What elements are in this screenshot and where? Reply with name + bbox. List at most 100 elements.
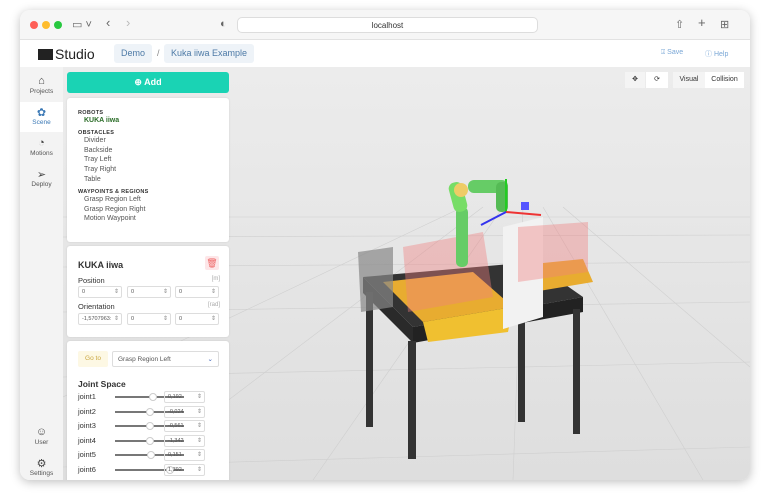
breadcrumb-demo[interactable]: Demo bbox=[114, 44, 153, 63]
browser-titlebar: ▭ ˅ ‹ › ◐ localhost ⇧ + ⊞ bbox=[20, 10, 750, 40]
scene-tree-panel: ROBOTS KUKA iiwa OBSTACLES Divider Backs… bbox=[67, 98, 229, 242]
breadcrumb-project[interactable]: Kuka iiwa Example bbox=[164, 44, 255, 63]
joint-label: joint6 bbox=[78, 464, 96, 474]
home-icon: ⌂ bbox=[38, 75, 45, 87]
help-button[interactable]: ⓘ Help bbox=[705, 49, 728, 59]
nav-label: Projects bbox=[29, 88, 54, 95]
logo[interactable]: Studio bbox=[38, 46, 95, 62]
tree-item[interactable]: Grasp Region Left bbox=[84, 195, 229, 205]
save-label: Save bbox=[667, 49, 684, 56]
nav-label: User bbox=[34, 439, 49, 446]
add-button[interactable]: ⊕ Add bbox=[67, 72, 229, 93]
deploy-icon: ➢ bbox=[36, 169, 47, 181]
go-to-button[interactable]: Go to bbox=[78, 351, 108, 367]
orientation-y-input[interactable]: 0 bbox=[127, 313, 171, 325]
orientation-label: Orientation bbox=[78, 302, 115, 311]
goto-value: Grasp Region Left bbox=[118, 356, 171, 363]
orientation-z-input[interactable]: 0 bbox=[175, 313, 219, 325]
trash-icon: 🗑 bbox=[206, 258, 218, 268]
nav-label: Motions bbox=[30, 150, 53, 157]
joint-row: joint1 0,192 bbox=[78, 391, 218, 403]
joint-row: joint2 -0,024 bbox=[78, 405, 218, 418]
back-icon[interactable]: ‹ bbox=[106, 15, 110, 30]
address-bar[interactable]: localhost bbox=[237, 17, 538, 33]
position-z-input[interactable]: 0 bbox=[175, 286, 219, 298]
nav-scene[interactable]: ✿ Scene bbox=[20, 102, 63, 132]
robot-properties-panel: KUKA iiwa 🗑 Position [m] 0 0 0 Orientati… bbox=[67, 246, 229, 337]
tree-item[interactable]: Divider bbox=[84, 136, 229, 146]
goto-select[interactable]: Grasp Region Left ⌄ bbox=[112, 351, 219, 367]
translate-tool-button[interactable]: ✥ bbox=[625, 72, 645, 88]
help-icon: ⓘ bbox=[705, 51, 714, 58]
shield-icon: ◐ bbox=[220, 18, 227, 30]
position-unit: [m] bbox=[211, 276, 220, 282]
joint-row: joint4 -1,342 bbox=[78, 434, 218, 447]
nav-motions[interactable]: ◔ Motions bbox=[20, 133, 63, 163]
move-icon: ✥ bbox=[632, 76, 638, 83]
breadcrumb-separator: / bbox=[157, 48, 160, 58]
joint-value-input[interactable]: -0,024 bbox=[164, 405, 205, 418]
slider-knob[interactable] bbox=[145, 407, 154, 416]
rotate-tool-button[interactable]: ⟳ bbox=[646, 72, 668, 88]
delete-robot-button[interactable]: 🗑 bbox=[205, 256, 219, 270]
help-label: Help bbox=[713, 51, 729, 58]
visual-toggle[interactable]: Visual bbox=[673, 72, 705, 88]
nav-label: Scene bbox=[32, 119, 51, 126]
slider-knob[interactable] bbox=[145, 436, 154, 445]
plus-circle-icon: ⊕ bbox=[134, 77, 145, 87]
logo-icon bbox=[38, 49, 53, 60]
tree-item[interactable]: Grasp Region Right bbox=[84, 205, 229, 215]
position-y-input[interactable]: 0 bbox=[127, 286, 171, 298]
new-tab-icon[interactable]: + bbox=[698, 15, 706, 30]
tree-item-kuka-iiwa[interactable]: KUKA iiwa bbox=[84, 116, 229, 126]
position-x-input[interactable]: 0 bbox=[78, 286, 122, 298]
joint-value-input[interactable]: 1,392 bbox=[164, 463, 205, 476]
joint-space-heading: Joint Space bbox=[78, 379, 126, 389]
minimize-window-button[interactable] bbox=[42, 21, 50, 29]
joint-row: joint3 -0,561 bbox=[78, 420, 218, 432]
settings-icon: ⚙ bbox=[36, 458, 47, 470]
forward-icon[interactable]: › bbox=[126, 15, 130, 30]
tree-item[interactable]: Backside bbox=[84, 146, 229, 156]
maximize-window-button[interactable] bbox=[54, 21, 62, 29]
user-icon: ☺ bbox=[35, 426, 48, 438]
joint-value-input[interactable]: -1,342 bbox=[164, 434, 205, 447]
nav-user[interactable]: ☺ User bbox=[20, 422, 63, 452]
nav-projects[interactable]: ⌂ Projects bbox=[20, 71, 63, 101]
close-window-button[interactable] bbox=[30, 21, 38, 29]
joint-value-input[interactable]: -0,561 bbox=[164, 420, 205, 432]
joint-value-input[interactable]: 0,151 bbox=[164, 449, 205, 461]
tree-item[interactable]: Tray Left bbox=[84, 155, 229, 165]
motion-panel: Go to Grasp Region Left ⌄ Joint Space joi… bbox=[67, 341, 229, 480]
grasp-region-right bbox=[518, 222, 588, 282]
joint-label: joint5 bbox=[78, 450, 96, 459]
position-label: Position bbox=[78, 276, 105, 285]
viewport[interactable]: ⊕ Add ROBOTS KUKA iiwa OBSTACLES Divider… bbox=[63, 67, 750, 480]
nav-deploy[interactable]: ➢ Deploy bbox=[20, 164, 63, 194]
slider-knob[interactable] bbox=[146, 451, 155, 459]
orientation-x-input[interactable]: -1,5707963: bbox=[78, 313, 122, 325]
chevron-down-icon: ⌄ bbox=[207, 356, 213, 363]
slider-knob[interactable] bbox=[148, 393, 157, 401]
add-label: Add bbox=[144, 77, 162, 87]
save-button[interactable]: ⍗ Save bbox=[661, 49, 683, 57]
robot-title: KUKA iiwa bbox=[78, 260, 124, 270]
sidebar-toggle-icon[interactable]: ▭ ˅ bbox=[72, 18, 92, 31]
collision-toggle[interactable]: Collision bbox=[705, 72, 744, 88]
browser-window: ▭ ˅ ‹ › ◐ localhost ⇧ + ⊞ Studio Demo / … bbox=[20, 10, 750, 480]
tree-item[interactable]: Motion Waypoint bbox=[84, 214, 229, 224]
nav-settings[interactable]: ⚙ Settings bbox=[20, 453, 63, 480]
share-icon[interactable]: ⇧ bbox=[675, 18, 684, 31]
tree-item[interactable]: Table bbox=[84, 175, 229, 185]
joint-value-input[interactable]: 0,192 bbox=[164, 391, 205, 403]
joint-label: joint2 bbox=[78, 406, 96, 416]
logo-text: Studio bbox=[55, 46, 95, 62]
joint-label: joint4 bbox=[78, 435, 96, 445]
motions-icon: ◔ bbox=[38, 137, 45, 149]
scene-icon: ✿ bbox=[36, 107, 47, 119]
tab-overview-icon[interactable]: ⊞ bbox=[720, 18, 729, 31]
tree-item[interactable]: Tray Right bbox=[84, 165, 229, 175]
slider-knob[interactable] bbox=[145, 422, 154, 430]
orientation-unit: [rad] bbox=[207, 302, 220, 308]
backside bbox=[358, 247, 393, 312]
